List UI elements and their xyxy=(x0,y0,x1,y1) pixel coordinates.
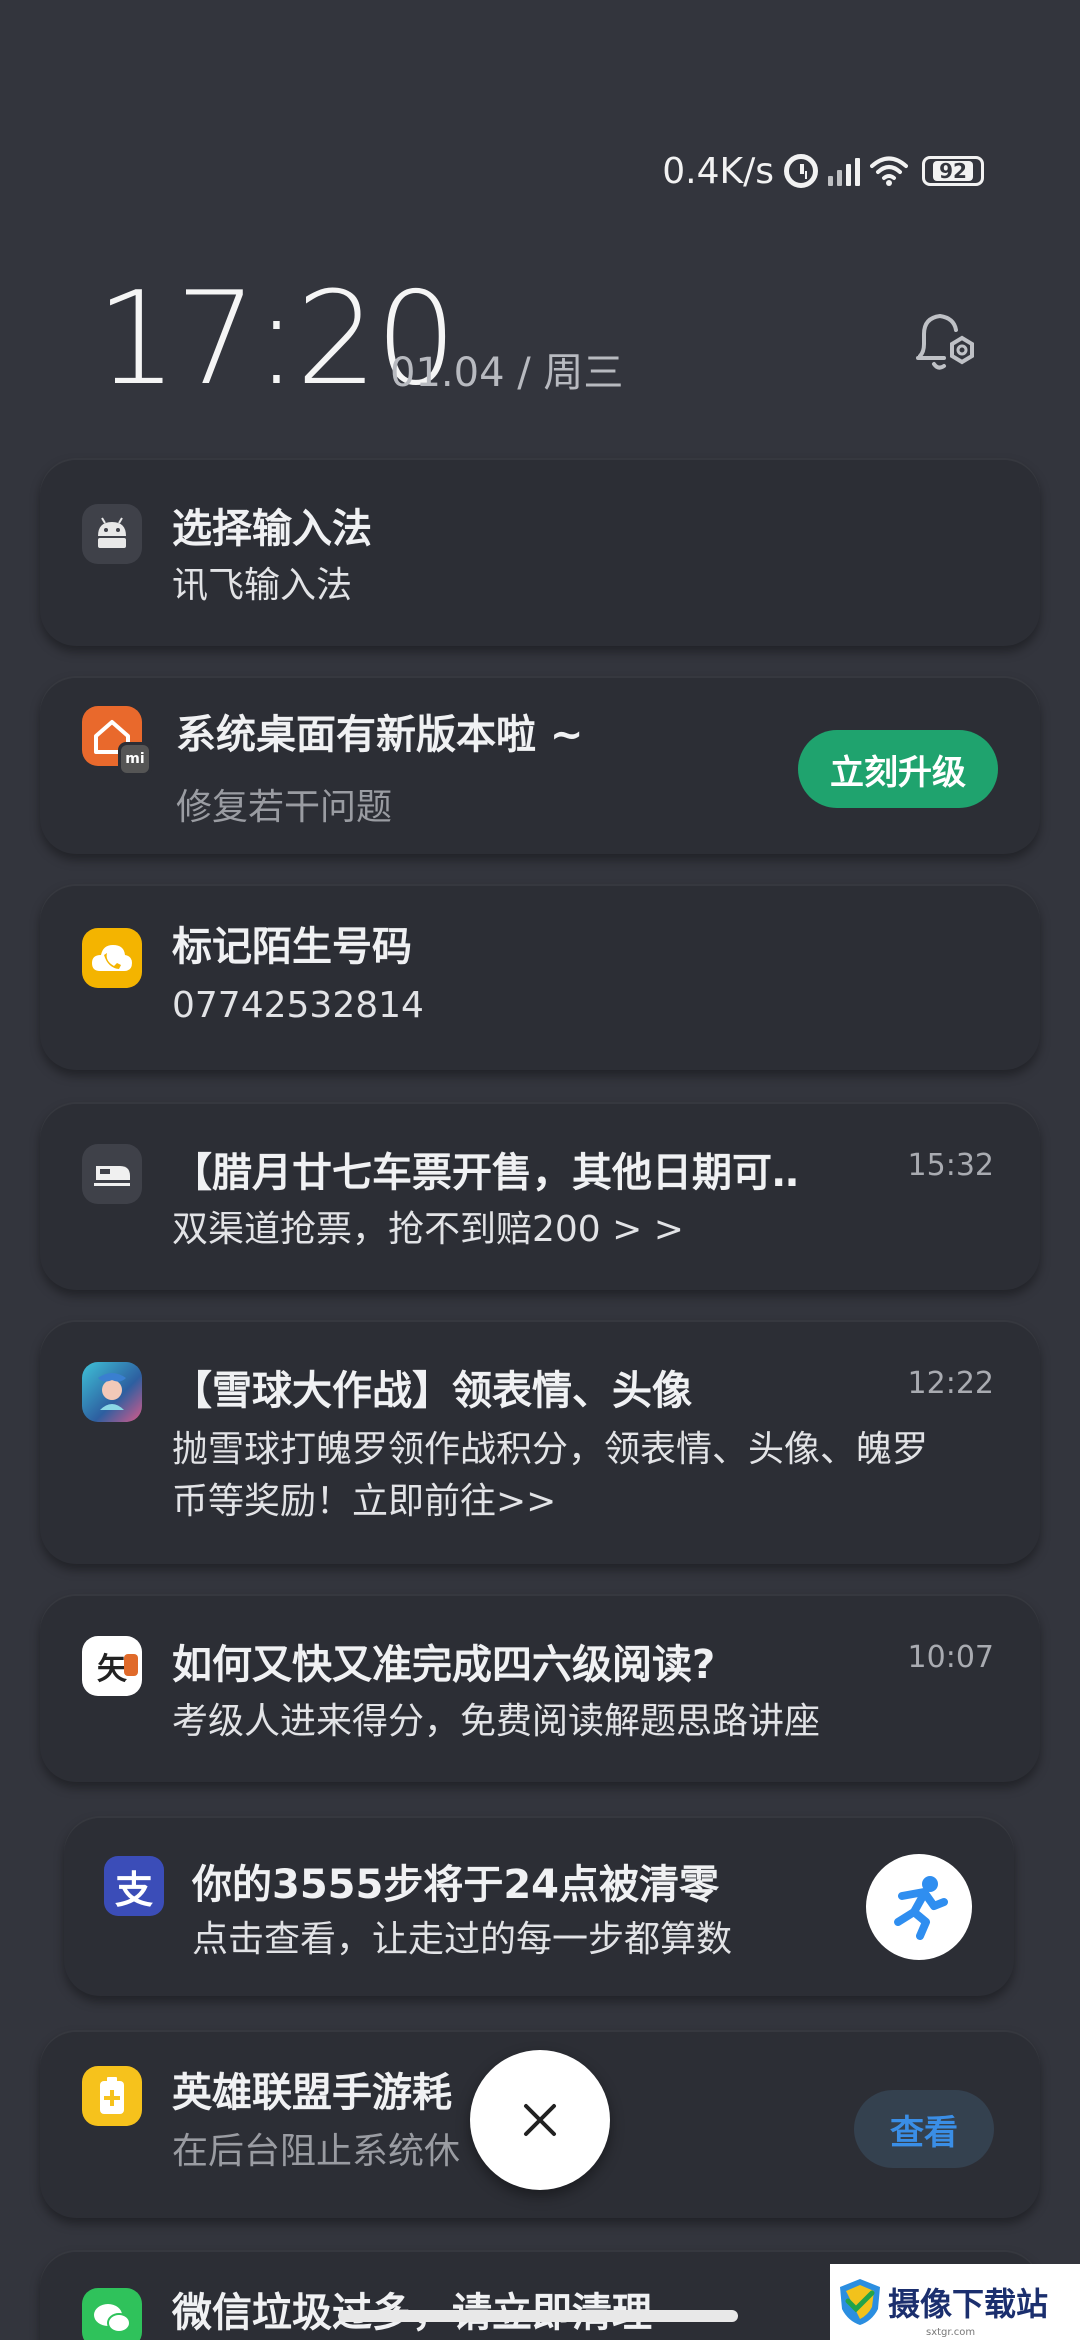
notification-body: 点击查看，让走过的每一步都算数 xyxy=(192,1919,733,1960)
running-figure-icon xyxy=(866,1854,972,1960)
notification-title: 你的3555步将于24点被清零 xyxy=(192,1862,719,1908)
notification-time: 10:07 xyxy=(907,1640,994,1675)
notification-body-line-1: 抛雪球打魄罗领作战积分，领表情、头像、魄罗 xyxy=(172,1429,929,1470)
notification-title: 选择输入法 xyxy=(172,506,372,552)
notification-time: 15:32 xyxy=(907,1148,994,1183)
notification-card-reading[interactable]: 矢 如何又快又准完成四六级阅读? 10:07 考级人进来得分，免费阅读解题思路讲… xyxy=(40,1594,1040,1782)
notification-body: 修复若干问题 xyxy=(176,787,393,828)
reading-app-icon: 矢 xyxy=(82,1636,142,1696)
battery-icon: 92 xyxy=(922,156,984,186)
android-icon xyxy=(82,504,142,564)
notification-body-line-2: 币等奖励！立即前往>> xyxy=(172,1481,557,1522)
notification-settings-icon[interactable] xyxy=(910,308,984,382)
watermark-subtext: sxtgr.com xyxy=(926,2327,976,2338)
notification-title: 如何又快又准完成四六级阅读? xyxy=(172,1642,716,1688)
mi-badge-icon: mi xyxy=(118,742,152,776)
battery-level: 92 xyxy=(933,161,973,181)
notification-body: 在后台阻止系统休 xyxy=(172,2131,461,2172)
watermark-text: 摄像下载站 xyxy=(888,2285,1049,2323)
notification-title: 【雪球大作战】领表情、头像 xyxy=(172,1368,692,1414)
notification-card-alipay-steps[interactable]: 支 你的3555步将于24点被清零 点击查看，让走过的每一步都算数 xyxy=(64,1816,1014,1996)
game-icon xyxy=(82,1362,142,1422)
clear-notifications-button[interactable] xyxy=(470,2050,610,2190)
home-indicator[interactable] xyxy=(338,2310,738,2322)
phone-cloud-icon xyxy=(82,928,142,988)
notification-title: 标记陌生号码 xyxy=(172,924,412,970)
notification-body: 讯飞输入法 xyxy=(172,565,353,606)
notification-card-game[interactable]: 【雪球大作战】领表情、头像 12:22 抛雪球打魄罗领作战积分，领表情、头像、魄… xyxy=(40,1320,1040,1564)
notification-title: 系统桌面有新版本啦 ~ xyxy=(176,712,584,758)
wechat-icon xyxy=(82,2288,142,2340)
clock-row: 17:20 01.04 / 周三 xyxy=(96,276,984,404)
wifi-icon xyxy=(870,156,908,186)
clock-date: 01.04 / 周三 xyxy=(390,350,624,396)
alipay-icon: 支 xyxy=(104,1856,164,1916)
home-icon: mi xyxy=(82,706,152,776)
watermark: 摄像下载站 sxtgr.com xyxy=(830,2264,1080,2340)
notification-title: 英雄联盟手游耗 xyxy=(172,2070,452,2116)
watermark-logo-icon xyxy=(840,2279,880,2325)
close-icon xyxy=(524,2104,556,2136)
upgrade-now-button[interactable]: 立刻升级 xyxy=(798,730,998,808)
status-bar: 0.4K/s 92 xyxy=(662,148,984,194)
notification-card-train-ticket[interactable]: 【腊月廿七车票开售，其他日期可‥ 15:32 双渠道抢票，抢不到赔200 > > xyxy=(40,1102,1040,1290)
battery-saver-icon xyxy=(82,2066,142,2126)
notification-card-input-method[interactable]: 选择输入法 讯飞输入法 xyxy=(40,458,1040,646)
notification-title: 微信垃圾过多，请立即清理 xyxy=(172,2280,652,2338)
notification-card-launcher-update[interactable]: mi 系统桌面有新版本啦 ~ 修复若干问题 立刻升级 xyxy=(40,676,1040,854)
train-icon xyxy=(82,1144,142,1204)
network-speed: 0.4K/s xyxy=(662,150,774,192)
notification-card-mark-number[interactable]: 标记陌生号码 07742532814 xyxy=(40,884,1040,1070)
view-button[interactable]: 查看 xyxy=(854,2090,994,2168)
notification-body: 考级人进来得分，免费阅读解题思路讲座 xyxy=(172,1701,821,1742)
notification-time: 12:22 xyxy=(907,1366,994,1401)
notification-title: 【腊月廿七车票开售，其他日期可‥ xyxy=(172,1150,799,1196)
notification-body: 双渠道抢票，抢不到赔200 > > xyxy=(172,1209,684,1250)
notification-body: 07742532814 xyxy=(172,985,424,1026)
alarm-icon xyxy=(784,154,818,188)
signal-icon xyxy=(828,156,860,186)
